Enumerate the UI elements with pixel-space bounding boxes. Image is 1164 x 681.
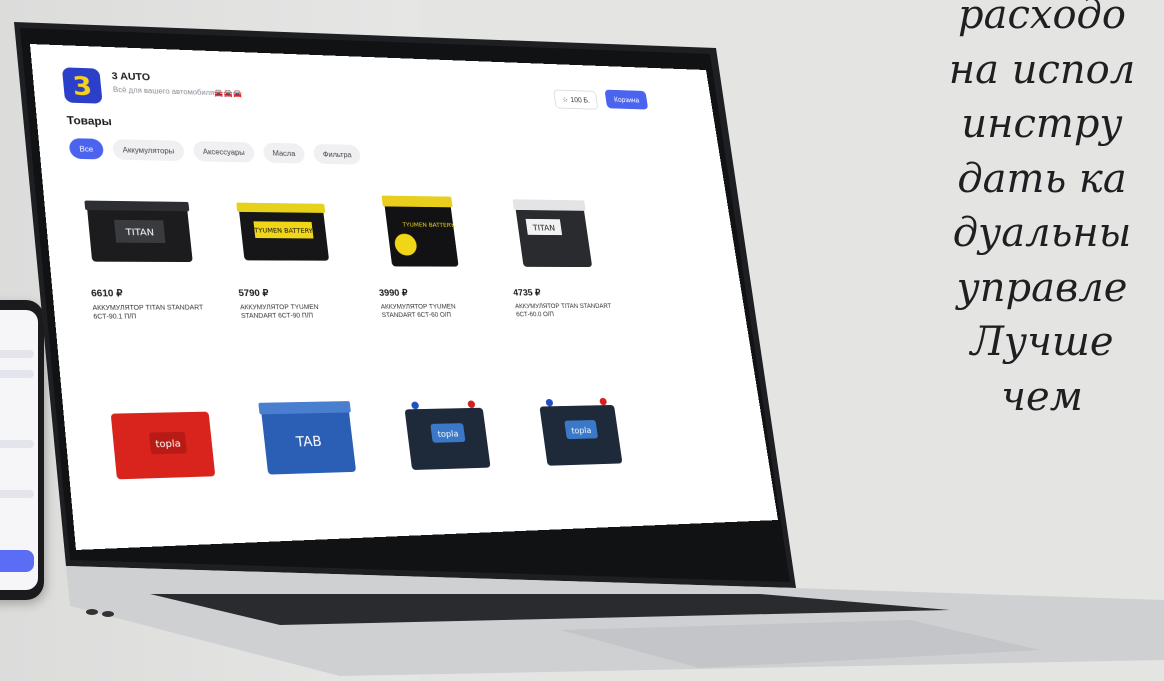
category-tabs: Все Аккумуляторы Аксессуары Масла Фильтр…	[69, 138, 362, 165]
battery-terminal-minus	[545, 399, 553, 406]
battery-image: topla	[527, 392, 633, 468]
product-price: 4735 ₽	[513, 288, 542, 298]
product-card[interactable]: topla	[519, 386, 667, 550]
battery-brand: TYUMEN BATTERY	[401, 222, 454, 229]
battery-brand: TITAN	[532, 224, 556, 233]
battery-terminal-plus	[467, 400, 475, 408]
star-icon: ☆	[561, 95, 568, 103]
battery-body	[515, 205, 592, 267]
tab-all[interactable]: Все	[69, 138, 104, 159]
battery-brand: topla	[437, 430, 459, 440]
product-name[interactable]: АККУМУЛЯТОР TITAN STANDART 6СТ-90.1 П/П	[92, 304, 212, 322]
site-brand: 3 AUTO	[111, 71, 151, 83]
cart-button[interactable]: Корзина	[604, 90, 648, 110]
product-card[interactable]: TYUMEN BATTERY 3990 ₽ АККУМУЛЯТОР TYUMEN…	[359, 190, 508, 374]
battery-top	[258, 401, 351, 414]
page-title: Товары	[66, 114, 112, 128]
product-card[interactable]: topla	[384, 389, 536, 550]
battery-image: TYUMEN BATTERY	[228, 193, 340, 268]
tab-batteries[interactable]: Аккумуляторы	[112, 139, 185, 161]
battery-image: TYUMEN BATTERY	[367, 195, 475, 268]
site-tagline: Всё для вашего автомобиля🚘🚘🚘	[113, 86, 243, 98]
tab-oils[interactable]: Масла	[262, 143, 305, 164]
product-card[interactable]: TAB	[242, 391, 398, 550]
battery-brand: TAB	[294, 434, 322, 451]
product-card[interactable]: TITAN 4735 ₽ АККУМУЛЯТОР TITAN STANDART …	[492, 192, 637, 372]
battery-brand: TITAN	[124, 227, 154, 238]
battery-top	[382, 196, 453, 208]
battery-brand: topla	[155, 438, 181, 450]
web-page: 3 3 AUTO Всё для вашего автомобиля🚘🚘🚘 ☆ …	[30, 44, 778, 550]
battery-terminal-minus	[411, 402, 419, 410]
laptop-port	[86, 609, 98, 615]
product-grid: TITAN 6610 ₽ АККУМУЛЯТОР TITAN STANDART …	[73, 185, 668, 550]
product-price: 5790 ₽	[238, 288, 269, 298]
battery-body	[384, 199, 459, 266]
battery-image: TITAN	[500, 197, 604, 268]
battery-image: topla	[101, 400, 219, 482]
product-name[interactable]: АККУМУЛЯТОР TYUMEN STANDART 6СТ-90 П/П	[240, 303, 355, 320]
battery-brand: topla	[571, 426, 592, 436]
laptop-port	[102, 611, 114, 617]
battery-image: TITAN	[81, 191, 197, 268]
site-logo[interactable]: 3	[62, 67, 103, 103]
product-name[interactable]: АККУМУЛЯТОР TITAN STANDART 6СТ-60.0 О/П	[515, 302, 620, 319]
battery-image: TAB	[250, 397, 364, 477]
tab-filters[interactable]: Фильтра	[313, 144, 362, 165]
tab-accessories[interactable]: Аксессуары	[192, 141, 255, 163]
battery-top	[236, 203, 325, 213]
battery-terminal-plus	[599, 398, 607, 405]
favorites-button[interactable]: ☆ 100 Б.	[553, 90, 598, 110]
product-card[interactable]: topla	[93, 394, 254, 550]
battery-top	[513, 199, 586, 211]
battery-top	[84, 201, 189, 212]
product-price: 3990 ₽	[379, 288, 409, 298]
product-name[interactable]: АККУМУЛЯТОР TYUMEN STANDART 6СТ-60 О/П	[380, 303, 490, 320]
product-card[interactable]: TITAN 6610 ₽ АККУМУЛЯТОР TITAN STANDART …	[73, 185, 230, 378]
battery-image: topla	[392, 395, 502, 473]
battery-brand: TYUMEN BATTERY	[253, 227, 314, 235]
product-card[interactable]: TYUMEN BATTERY 5790 ₽ АККУМУЛЯТОР TYUMEN…	[219, 188, 372, 377]
product-price: 6610 ₽	[91, 289, 123, 300]
favorites-label: 100 Б.	[570, 96, 590, 104]
